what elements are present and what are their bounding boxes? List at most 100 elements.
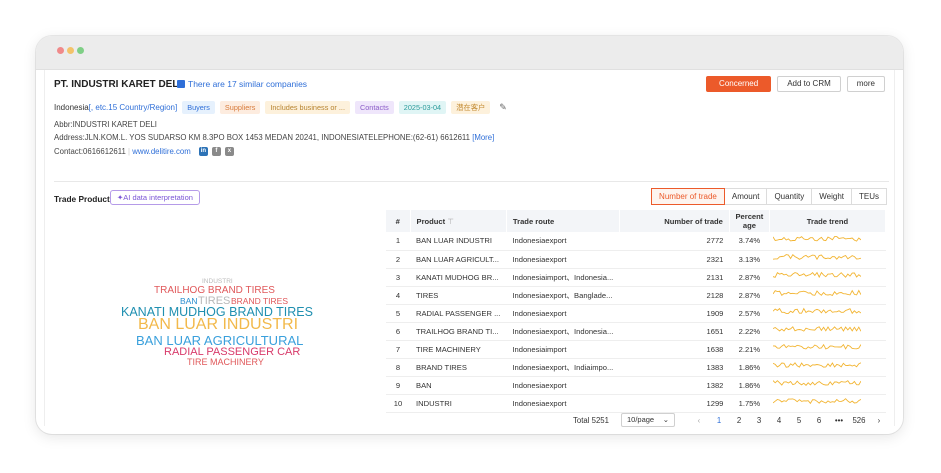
close-window-dot[interactable]: [57, 47, 64, 54]
concerned-button[interactable]: Concerned: [706, 76, 772, 92]
table-row[interactable]: 2 BAN LUAR AGRICULT... Indonesiaexport 2321…: [386, 250, 886, 269]
row-index: 8: [386, 358, 410, 377]
table-row[interactable]: 5 RADIAL PASSENGER ... Indonesiaexport 1909…: [386, 304, 886, 323]
x-twitter-icon[interactable]: x: [224, 147, 234, 157]
tag-contacts[interactable]: Contacts: [354, 101, 394, 114]
row-product[interactable]: INDUSTRI: [410, 394, 507, 413]
page-size-value: 10/page: [626, 415, 655, 424]
row-trade-trend: [769, 250, 886, 269]
table-row[interactable]: 9 BAN Indonesiaexport 1382 1.86%: [386, 376, 886, 395]
tab-number-of-trade[interactable]: Number of trade: [651, 188, 725, 205]
trade-product-table: # Product ⊤ Trade route Number of trade …: [386, 210, 887, 413]
filter-icon[interactable]: ⊤: [447, 217, 454, 226]
row-product[interactable]: TIRES: [410, 286, 507, 305]
sparkline-chart: [773, 307, 862, 315]
row-percentage: 3.74%: [729, 232, 770, 251]
sparkline-series: [773, 362, 862, 368]
linkedin-icon[interactable]: in: [198, 147, 208, 157]
row-number-of-trade: 2131: [619, 268, 730, 287]
tag-buyers[interactable]: Buyers: [182, 101, 215, 114]
table-row[interactable]: 8 BRAND TIRES Indonesiaexport、Indiaimpo...…: [386, 358, 886, 377]
row-percentage: 2.21%: [729, 340, 770, 359]
sparkline-series: [773, 326, 862, 332]
col-number-of-trade[interactable]: Number of trade: [619, 210, 730, 232]
row-number-of-trade: 1638: [619, 340, 730, 359]
row-trade-trend: [769, 376, 886, 395]
row-product[interactable]: BAN: [410, 376, 507, 395]
minimize-window-dot[interactable]: [67, 47, 74, 54]
row-trade-trend: [769, 394, 886, 413]
table-row[interactable]: 4 TIRES Indonesiaexport、Banglade... 2128 2.8…: [386, 286, 886, 305]
social-links: in f x: [198, 147, 234, 157]
page-number[interactable]: 6: [809, 416, 829, 425]
row-trade-trend: [769, 304, 886, 323]
page-number[interactable]: 5: [789, 416, 809, 425]
table-row[interactable]: 3 KANATI MUDHOG BR... Indonesiaimport、Indo…: [386, 268, 886, 287]
website-link[interactable]: www.delitire.com: [132, 147, 191, 156]
edit-icon[interactable]: ✎: [499, 102, 507, 113]
company-header: PT. INDUSTRI KARET DELI There are 17 sim…: [54, 70, 889, 182]
word-cloud-word: TIRE MACHINERY: [187, 357, 264, 367]
table-row[interactable]: 7 TIRE MACHINERY Indonesiaimport 1638 2.21%: [386, 340, 886, 359]
ai-interpretation-button[interactable]: ✦AI data interpretation: [110, 190, 200, 205]
col-product-label: Product: [416, 216, 446, 226]
maximize-window-dot[interactable]: [77, 47, 84, 54]
tag-business[interactable]: Includes business or ...: [265, 101, 350, 114]
row-product[interactable]: KANATI MUDHOG BR...: [410, 268, 507, 287]
row-index: 7: [386, 340, 410, 359]
row-number-of-trade: 1382: [619, 376, 730, 395]
row-trade-route: Indonesiaexport: [506, 232, 620, 251]
tab-weight[interactable]: Weight: [811, 188, 852, 205]
tag-suppliers[interactable]: Suppliers: [219, 101, 261, 114]
row-product[interactable]: BAN LUAR INDUSTRI: [410, 232, 507, 251]
col-percentage[interactable]: Percent age: [729, 210, 770, 232]
sparkline-series: [773, 398, 862, 405]
page-ellipsis[interactable]: •••: [829, 416, 849, 425]
page-number[interactable]: 2: [729, 416, 749, 425]
row-index: 2: [386, 250, 410, 269]
sparkline-chart: [773, 271, 862, 279]
more-button[interactable]: more: [846, 76, 885, 92]
row-product[interactable]: BRAND TIRES: [410, 358, 507, 377]
table-row[interactable]: 1 BAN LUAR INDUSTRI Indonesiaexport 2772 3.7…: [386, 232, 886, 251]
page-number[interactable]: 1: [709, 416, 729, 425]
tag-potential-customer[interactable]: 潜在客户: [451, 101, 491, 114]
row-index: 4: [386, 286, 410, 305]
metric-tabs: Number of trade Amount Quantity Weight T…: [651, 188, 887, 205]
chevron-down-icon: ⌄: [662, 415, 669, 424]
col-product[interactable]: Product ⊤: [410, 210, 507, 232]
add-to-crm-button[interactable]: Add to CRM: [777, 76, 841, 92]
row-product[interactable]: RADIAL PASSENGER ...: [410, 304, 507, 323]
row-trade-trend: [769, 322, 886, 341]
tab-teus[interactable]: TEUs: [851, 188, 887, 205]
row-product[interactable]: BAN LUAR AGRICULT...: [410, 250, 507, 269]
tab-amount[interactable]: Amount: [723, 188, 768, 205]
table-row[interactable]: 10 INDUSTRI Indonesiaexport 1299 1.75%: [386, 394, 886, 413]
row-trade-trend: [769, 358, 886, 377]
row-number-of-trade: 1909: [619, 304, 730, 323]
sparkline-chart: [773, 289, 862, 296]
row-number-of-trade: 1651: [619, 322, 730, 341]
facebook-icon[interactable]: f: [211, 147, 221, 157]
table-row[interactable]: 6 TRAILHOG BRAND TI... Indonesiaexport、Ind…: [386, 322, 886, 341]
row-percentage: 2.87%: [729, 286, 770, 305]
page-number[interactable]: 4: [769, 416, 789, 425]
sparkline-series: [773, 254, 862, 261]
country-more-link[interactable]: [, etc.15 Country/Region]: [89, 103, 178, 112]
page-number[interactable]: 3: [749, 416, 769, 425]
total-count: Total 5251: [573, 415, 609, 425]
similar-companies-link[interactable]: There are 17 similar companies: [177, 79, 307, 89]
prev-page-icon[interactable]: ‹: [689, 416, 709, 425]
address-more-link[interactable]: [More]: [472, 133, 494, 142]
row-product[interactable]: TIRE MACHINERY: [410, 340, 507, 359]
tab-quantity[interactable]: Quantity: [766, 188, 813, 205]
next-page-icon[interactable]: ›: [869, 416, 889, 425]
row-trade-route: Indonesiaimport: [506, 340, 620, 359]
page-size-select[interactable]: 10/page ⌄: [620, 413, 675, 427]
col-index: #: [386, 210, 411, 232]
sparkline-series: [773, 307, 862, 315]
page-number[interactable]: 526: [849, 416, 869, 425]
row-trade-route: Indonesiaexport: [506, 250, 620, 269]
row-product[interactable]: TRAILHOG BRAND TI...: [410, 322, 507, 341]
company-tags-row: Indonesia[, etc.15 Country/Region] Buyer…: [54, 101, 507, 114]
